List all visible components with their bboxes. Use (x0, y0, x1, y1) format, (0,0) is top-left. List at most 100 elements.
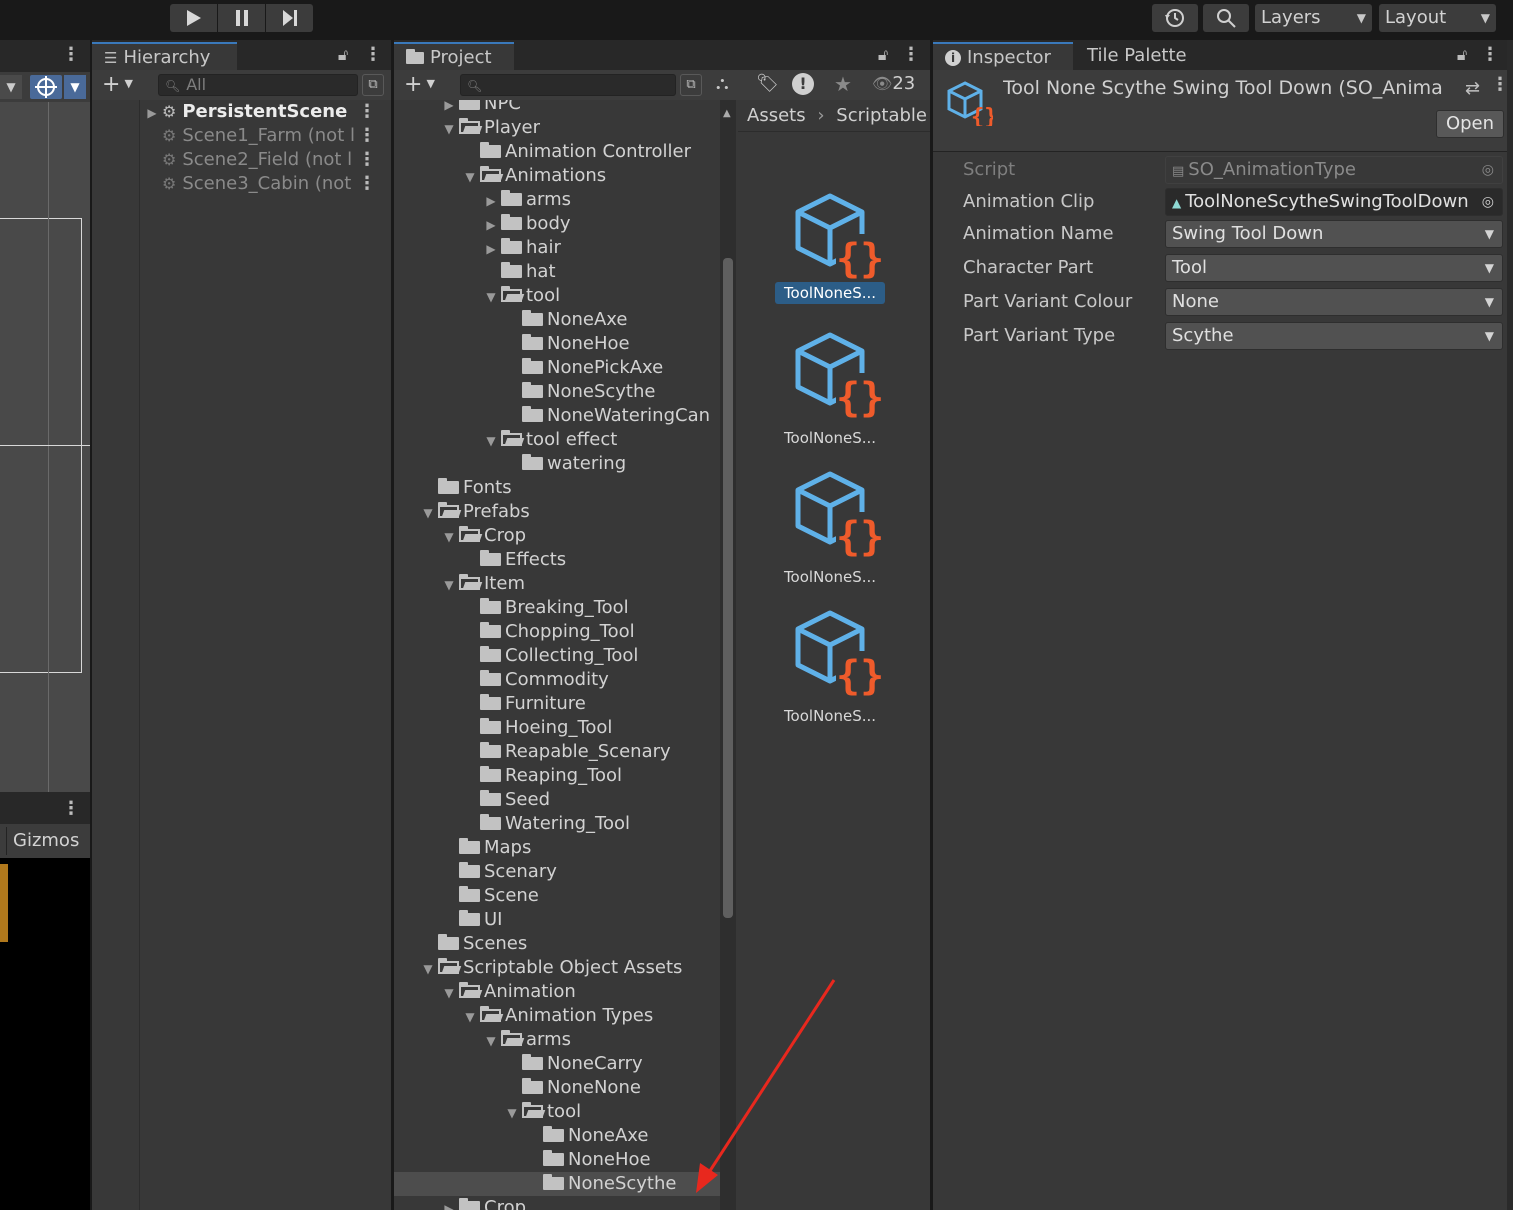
tree-folder-item[interactable]: ▼ Scriptable Object Assets (394, 956, 720, 980)
chevron-right-icon[interactable]: ▶ (439, 1197, 459, 1210)
tree-folder-item[interactable]: watering (394, 452, 720, 476)
asset-item[interactable]: {} ToolNoneS... (772, 329, 887, 459)
animation-name-dropdown[interactable]: Swing Tool Down ▼ (1165, 220, 1503, 248)
part-variant-type-dropdown[interactable]: Scythe ▼ (1165, 322, 1503, 350)
chevron-down-icon[interactable]: ▼ (439, 573, 459, 597)
tree-folder-item[interactable]: ▶ NPC (394, 100, 720, 116)
tree-folder-item[interactable]: ▼ Prefabs (394, 500, 720, 524)
tree-folder-item[interactable]: Scene (394, 884, 720, 908)
tab-project[interactable]: Project (394, 42, 514, 70)
tree-folder-item[interactable]: Commodity (394, 668, 720, 692)
tree-folder-item[interactable]: ▼ tool (394, 1100, 720, 1124)
open-button[interactable]: Open (1436, 110, 1504, 138)
chevron-down-icon[interactable]: ▼ (439, 117, 459, 141)
breadcrumb-item[interactable]: Scriptable C (836, 105, 930, 126)
tree-folder-item[interactable]: Scenary (394, 860, 720, 884)
object-picker-icon[interactable]: ◎ (1477, 189, 1494, 215)
kebab-menu-icon[interactable]: ⋮ (1491, 74, 1509, 96)
project-search-input[interactable]: 🔍︎ (460, 74, 676, 96)
chevron-down-icon[interactable]: ▼ (418, 501, 438, 525)
tree-folder-item[interactable]: ▶ Crop (394, 1196, 720, 1210)
asset-item[interactable]: {} ToolNoneS... (772, 468, 887, 598)
settings-sliders-icon[interactable]: ⇄ (1465, 78, 1480, 99)
kebab-menu-icon[interactable]: ⋮ (364, 40, 382, 70)
chevron-down-icon[interactable]: ▼ (64, 75, 86, 99)
tree-folder-item[interactable]: Collecting_Tool (394, 644, 720, 668)
expand-window-icon[interactable]: ⧉ (362, 74, 384, 96)
breadcrumb-item[interactable]: Assets (747, 105, 806, 126)
chevron-down-icon[interactable]: ▼ (481, 285, 501, 309)
tree-folder-item[interactable]: Watering_Tool (394, 812, 720, 836)
tree-folder-item[interactable]: ▼ tool (394, 284, 720, 308)
hierarchy-item[interactable]: ▶ ⚙ PersistentScene ⋮ (142, 100, 390, 124)
tree-folder-item[interactable]: ▶ arms (394, 188, 720, 212)
tree-folder-item[interactable]: NoneHoe (394, 332, 720, 356)
kebab-menu-icon[interactable]: ⋮ (62, 40, 80, 70)
star-icon[interactable]: ★ (834, 72, 852, 96)
kebab-menu-icon[interactable]: ⋮ (62, 794, 80, 824)
warning-icon[interactable]: ! (792, 73, 814, 95)
add-button[interactable]: + ▼ (102, 72, 133, 97)
scroll-up-icon[interactable]: ▲ (723, 108, 731, 119)
search-button[interactable] (1203, 4, 1249, 32)
tab-inspector[interactable]: i Inspector (933, 42, 1073, 70)
kebab-menu-icon[interactable]: ⋮ (358, 172, 376, 196)
tree-folder-item[interactable]: NoneAxe (394, 1124, 720, 1148)
tree-folder-item[interactable]: Scenes (394, 932, 720, 956)
tree-folder-item[interactable]: NoneHoe (394, 1148, 720, 1172)
character-part-dropdown[interactable]: Tool ▼ (1165, 254, 1503, 282)
layout-dropdown[interactable]: Layout ▼ (1379, 4, 1496, 32)
tree-folder-item[interactable]: ▶ body (394, 212, 720, 236)
filter-type-icon[interactable]: ⛬ (716, 73, 729, 94)
layers-dropdown[interactable]: Layers ▼ (1255, 4, 1372, 32)
tree-folder-item[interactable]: ▼ Animation (394, 980, 720, 1004)
tree-folder-item[interactable]: ▼ arms (394, 1028, 720, 1052)
kebab-menu-icon[interactable]: ⋮ (902, 40, 920, 70)
tree-folder-item[interactable]: NoneCarry (394, 1052, 720, 1076)
kebab-menu-icon[interactable]: ⋮ (1481, 40, 1499, 70)
hierarchy-item[interactable]: ⚙ Scene2_Field (not l ⋮ (142, 148, 390, 172)
chevron-down-icon[interactable]: ▼ (502, 1101, 522, 1125)
expand-window-icon[interactable]: ⧉ (680, 74, 702, 96)
asset-item[interactable]: {} ToolNoneS... (772, 607, 887, 737)
lock-icon[interactable]: 🔓︎ (1453, 40, 1471, 70)
scene-view[interactable] (0, 102, 90, 792)
play-button[interactable] (170, 4, 217, 32)
tree-folder-item[interactable]: ▼ Crop (394, 524, 720, 548)
undo-history-button[interactable] (1152, 4, 1198, 32)
chevron-down-icon[interactable]: ▼ (481, 429, 501, 453)
tree-folder-item[interactable]: Breaking_Tool (394, 596, 720, 620)
chevron-down-icon[interactable]: ▼ (481, 1029, 501, 1053)
step-button[interactable] (266, 4, 313, 32)
transform-gizmo-button[interactable] (30, 75, 62, 99)
kebab-menu-icon[interactable]: ⋮ (358, 100, 376, 124)
tree-folder-item[interactable]: NoneScythe (394, 1172, 720, 1196)
part-variant-colour-dropdown[interactable]: None ▼ (1165, 288, 1503, 316)
chevron-down-icon[interactable]: ▼ (439, 981, 459, 1005)
tree-folder-item[interactable]: Hoeing_Tool (394, 716, 720, 740)
tree-folder-item[interactable]: ▼ Animation Types (394, 1004, 720, 1028)
chevron-down-icon[interactable]: ▼ (0, 75, 22, 99)
tree-folder-item[interactable]: ▼ tool effect (394, 428, 720, 452)
tree-folder-item[interactable]: NoneAxe (394, 308, 720, 332)
kebab-menu-icon[interactable]: ⋮ (358, 124, 376, 148)
tree-folder-item[interactable]: Effects (394, 548, 720, 572)
kebab-menu-icon[interactable]: ⋮ (358, 148, 376, 172)
asset-item[interactable]: {} ToolNoneS... (772, 190, 887, 320)
tree-folder-item[interactable]: Seed (394, 788, 720, 812)
chevron-right-icon[interactable]: ▶ (481, 213, 501, 237)
tree-folder-item[interactable]: Chopping_Tool (394, 620, 720, 644)
tab-tile-palette[interactable]: Tile Palette (1087, 42, 1217, 70)
gizmos-button[interactable]: Gizmos (6, 827, 79, 855)
pause-button[interactable] (218, 4, 265, 32)
hierarchy-search-input[interactable]: 🔍︎ All (158, 74, 358, 96)
tree-folder-item[interactable]: NoneWateringCan (394, 404, 720, 428)
hierarchy-item[interactable]: ⚙ Scene3_Cabin (not ⋮ (142, 172, 390, 196)
tree-folder-item[interactable]: Animation Controller (394, 140, 720, 164)
tree-folder-item[interactable]: ▼ Player (394, 116, 720, 140)
tree-folder-item[interactable]: ▼ Item (394, 572, 720, 596)
animation-clip-field[interactable]: ▲ ToolNoneScytheSwingToolDown ◎ (1165, 188, 1503, 216)
lock-icon[interactable]: 🔓︎ (874, 40, 892, 70)
tree-folder-item[interactable]: Reaping_Tool (394, 764, 720, 788)
tree-folder-item[interactable]: Reapable_Scenary (394, 740, 720, 764)
